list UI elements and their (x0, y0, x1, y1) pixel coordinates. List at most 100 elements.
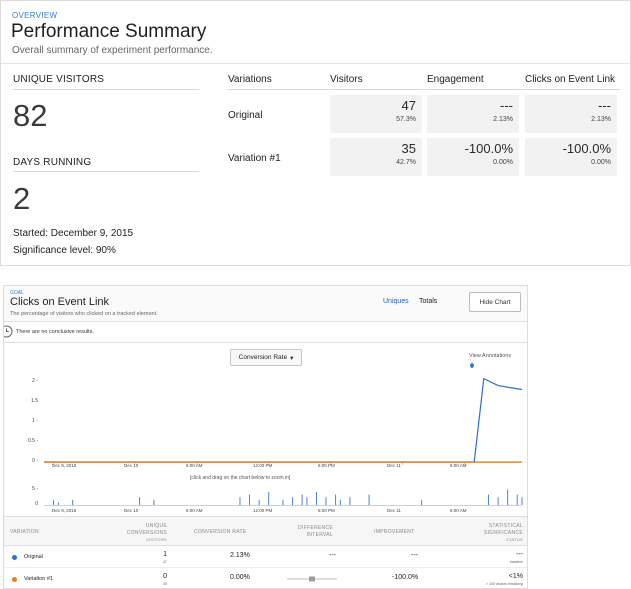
mini-bar (349, 497, 351, 505)
days-running-value: 2 (13, 181, 31, 216)
mini-x-tick: Dec 11 (387, 508, 401, 513)
mini-bar (292, 497, 294, 505)
variation-name: Variation #1 (24, 576, 53, 582)
performance-summary-panel: OVERVIEW Performance Summary Overall sum… (0, 0, 631, 266)
unique-visitors-label: UNIQUE VISITORS (13, 74, 105, 85)
significance-value: --- (516, 551, 523, 558)
page-title: Performance Summary (11, 21, 207, 42)
mini-bar (57, 502, 59, 505)
mini-bar (301, 494, 303, 505)
improvement-value: -100.0% (392, 574, 419, 581)
original-engagement: --- (500, 98, 513, 113)
table-header-divider (227, 89, 620, 90)
goal-title[interactable]: Clicks on Event Link (10, 296, 109, 308)
conversion-rate-value: 0.00% (230, 574, 250, 581)
header-divider (1, 63, 631, 64)
original-clicks-cell: --- 2.13% (525, 95, 617, 133)
header-visitors: VISITORS (146, 537, 167, 542)
conversions-value: 1 (163, 551, 167, 558)
conversions-value: 0 (163, 573, 167, 580)
header-unique: UNIQUE (145, 523, 167, 529)
table-row-variation1[interactable]: Variation #1 0 35 0.00% -100.0% <1% > 10… (4, 568, 527, 588)
mini-x-tick: 6:00 PM (318, 508, 335, 513)
uniques-toggle[interactable]: Uniques (383, 298, 409, 305)
summary-row-variation1-label: Variation #1 (228, 153, 281, 164)
hide-chart-button[interactable]: Hide Chart (469, 292, 521, 312)
started-date: Started: December 9, 2015 (13, 228, 134, 239)
mini-bar (368, 494, 370, 505)
header-conversion-rate: CONVERSION RATE (194, 529, 247, 535)
original-color-dot (12, 555, 17, 560)
mini-bar (249, 494, 251, 505)
goal-subtitle: The percentage of visitors who clicked o… (10, 311, 158, 317)
mini-bar (339, 499, 341, 505)
summary-row-original-label: Original (228, 110, 263, 121)
mini-y-tick: 5 - (32, 486, 38, 492)
column-header-clicks: Clicks on Event Link (525, 74, 616, 85)
mini-bar (421, 499, 423, 505)
mini-bar (53, 499, 55, 505)
original-visitors-cell: 47 57.3% (330, 95, 422, 133)
variation1-engagement: -100.0% (464, 141, 513, 156)
mini-bar (306, 497, 308, 505)
variation1-clicks: -100.0% (562, 141, 611, 156)
variation1-visitors-pct: 42.7% (396, 159, 416, 166)
variation1-clicks-rate: 0.00% (591, 159, 611, 166)
mini-bar (497, 497, 499, 505)
mini-bar (139, 497, 141, 505)
x-tick: 6:00 PM (318, 463, 335, 468)
results-notice: There are no conclusive results. (4, 323, 527, 343)
mini-bar (72, 499, 74, 505)
original-engagement-cell: --- 2.13% (427, 95, 519, 133)
zoom-hint: [click and drag on the chart below to zo… (190, 475, 291, 481)
improvement-value: --- (411, 552, 418, 559)
table-row-original[interactable]: Original 1 47 2.13% --- --- --- baseline (4, 546, 527, 568)
column-header-variations: Variations (228, 74, 272, 85)
mini-bar (325, 497, 327, 505)
mini-x-tick: 12:00 PM (253, 508, 273, 513)
mini-x-tick: Dec 10 (124, 508, 139, 513)
column-header-engagement: Engagement (427, 74, 484, 85)
mini-x-tick: 6:00 AM (186, 508, 203, 513)
x-tick: Dec 10 (124, 463, 139, 468)
header-variation: VARIATION (10, 529, 39, 535)
significance-level: Significance level: 90% (13, 245, 116, 256)
conversion-rate-value: 2.13% (230, 552, 250, 559)
original-clicks-rate: 2.13% (591, 116, 611, 123)
column-header-visitors: Visitors (330, 74, 363, 85)
visitors-value: 47 (163, 560, 167, 564)
mini-bar (521, 497, 523, 505)
original-engagement-rate: 2.13% (493, 116, 513, 123)
variation1-visitors: 35 (401, 141, 416, 156)
header-interval: INTERVAL (306, 532, 333, 538)
mini-bar (488, 494, 490, 505)
clock-icon (4, 325, 13, 338)
x-tick: 12:00 PM (253, 463, 273, 468)
conversion-rate-chart[interactable] (4, 344, 527, 516)
mini-bar (258, 499, 260, 505)
overview-label: OVERVIEW (12, 11, 58, 20)
mini-bar (335, 494, 337, 505)
unique-visitors-value: 82 (13, 98, 48, 133)
goal-panel: GOAL Clicks on Event Link The percentage… (3, 285, 528, 589)
x-tick: Dec 9, 2015 (52, 463, 77, 468)
stat-divider (13, 171, 199, 172)
header-significance: SIGNIFICANCE (483, 530, 523, 536)
goal-header: GOAL Clicks on Event Link The percentage… (4, 286, 527, 322)
variation-table-header: VARIATION UNIQUE CONVERSIONS VISITORS CO… (4, 516, 527, 546)
mini-bar (315, 492, 317, 505)
totals-toggle[interactable]: Totals (419, 298, 437, 305)
difference-interval-bar (287, 576, 337, 582)
variation1-engagement-rate: 0.00% (493, 159, 513, 166)
variation1-visitors-cell: 35 42.7% (330, 138, 422, 176)
mini-bar (516, 494, 518, 505)
header-improvement: IMPROVEMENT (374, 529, 415, 535)
visitors-value: 35 (163, 582, 167, 586)
original-visitors-pct: 57.3% (396, 116, 416, 123)
days-running-label: DAYS RUNNING (13, 157, 92, 168)
variation1-color-dot (12, 577, 17, 582)
chart-area[interactable]: Conversion Rate ▾ View Annotations 2 - 1… (4, 344, 527, 516)
notice-text: There are no conclusive results. (16, 329, 94, 335)
significance-note: > 100 visitors remaining (485, 582, 523, 586)
x-tick: 6:00 AM (450, 463, 467, 468)
